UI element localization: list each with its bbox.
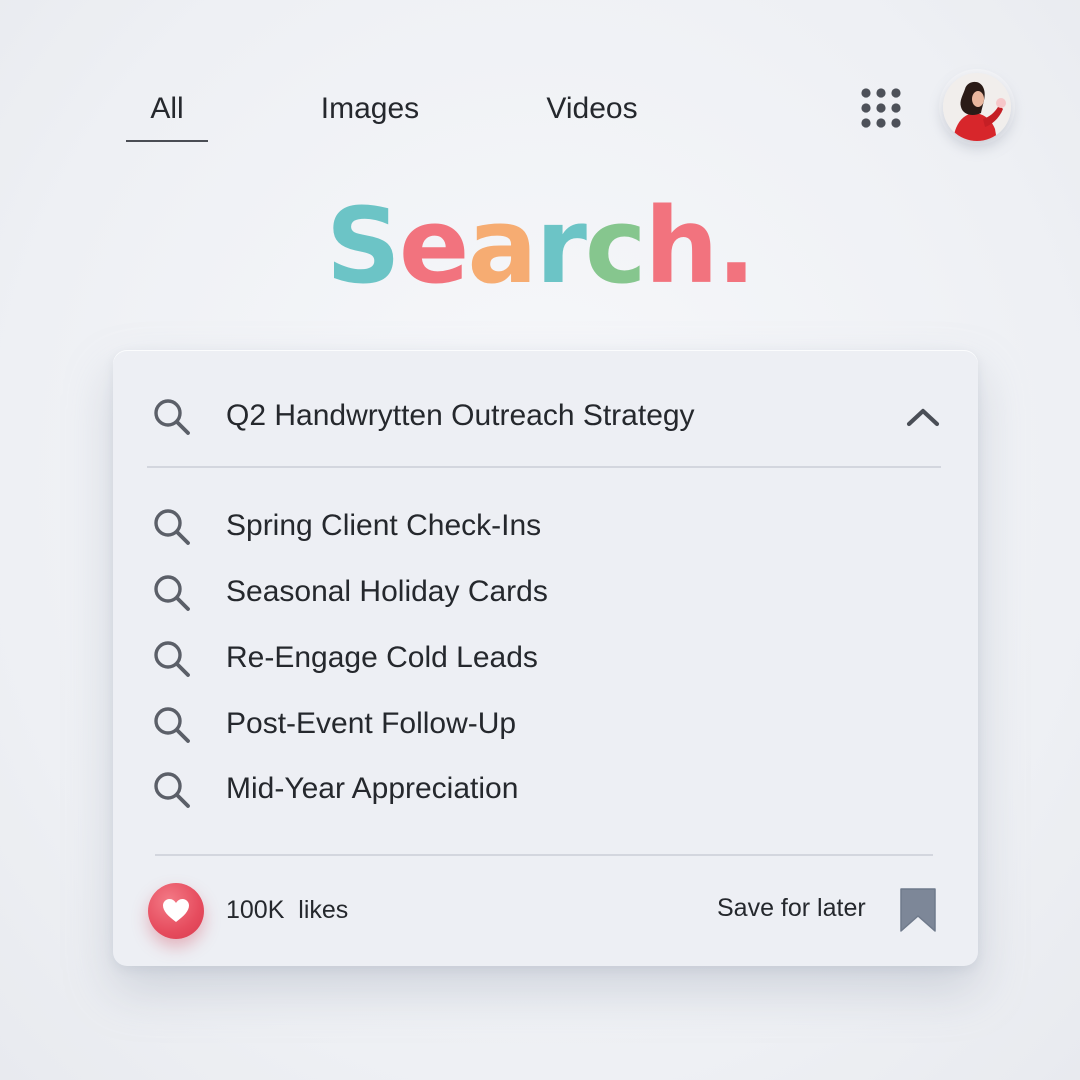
divider	[147, 466, 941, 468]
logo-letter: r	[535, 185, 587, 307]
suggestion-label: Spring Client Check-Ins	[226, 509, 542, 542]
suggestion-item[interactable]: Mid-Year Appreciation	[113, 759, 978, 819]
search-query: Q2 Handwrytten Outreach Strategy	[226, 399, 695, 432]
search-icon	[154, 509, 190, 545]
suggestion-label: Post-Event Follow-Up	[226, 707, 517, 740]
search-icon	[154, 772, 190, 808]
search-icon	[154, 399, 190, 435]
logo-letter: h	[644, 185, 719, 307]
logo-letter: S	[325, 185, 401, 307]
like-button[interactable]	[148, 883, 204, 939]
bookmark-icon[interactable]	[897, 886, 939, 936]
logo-letter: c	[584, 185, 647, 307]
search-input[interactable]: Q2 Handwrytten Outreach Strategy	[113, 386, 978, 446]
search-icon	[154, 707, 190, 743]
suggestion-label: Mid-Year Appreciation	[226, 772, 519, 805]
search-logo: Search.	[0, 186, 1080, 306]
suggestion-label: Re-Engage Cold Leads	[226, 641, 538, 674]
chevron-up-icon[interactable]	[903, 402, 943, 432]
tab-images[interactable]: Images	[302, 84, 438, 140]
logo-letter: .	[716, 185, 756, 307]
apps-grid-icon[interactable]	[860, 87, 902, 129]
likes-count: 100K likes	[226, 896, 349, 924]
avatar[interactable]	[943, 73, 1011, 141]
logo-letter: a	[467, 185, 537, 307]
suggestion-item[interactable]: Seasonal Holiday Cards	[113, 562, 978, 622]
tab-all[interactable]: All	[126, 84, 208, 142]
search-dropdown-card: Q2 Handwrytten Outreach Strategy Spring …	[113, 350, 978, 966]
save-for-later-button[interactable]: Save for later	[717, 888, 866, 928]
tab-videos[interactable]: Videos	[534, 84, 650, 140]
logo-letter: e	[398, 185, 470, 307]
suggestion-item[interactable]: Re-Engage Cold Leads	[113, 628, 978, 688]
suggestion-label: Seasonal Holiday Cards	[226, 575, 548, 608]
suggestion-item[interactable]: Post-Event Follow-Up	[113, 694, 978, 754]
heart-icon	[163, 899, 189, 922]
search-icon	[154, 641, 190, 677]
divider	[155, 854, 933, 856]
search-icon	[154, 575, 190, 611]
suggestion-item[interactable]: Spring Client Check-Ins	[113, 496, 978, 556]
